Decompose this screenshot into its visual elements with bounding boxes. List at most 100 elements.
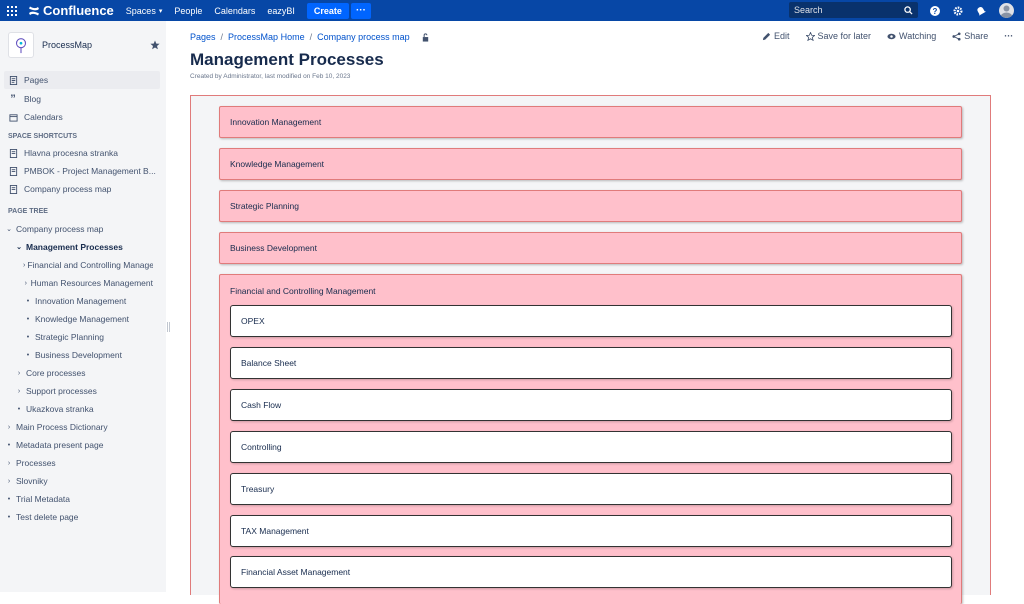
space-logo-icon — [8, 32, 34, 58]
nav-calendars[interactable]: Calendars — [214, 6, 255, 16]
tree-toggle-icon[interactable]: › — [4, 424, 14, 431]
star-icon[interactable] — [150, 40, 160, 50]
page-title: Management Processes — [190, 50, 384, 69]
tree-item[interactable]: • Knowledge Management — [23, 310, 153, 328]
subprocess-box[interactable]: OPEX — [230, 305, 952, 337]
tree-toggle-icon[interactable]: › — [14, 388, 24, 395]
tree-bullet-icon: • — [7, 495, 11, 503]
nav-people[interactable]: People — [174, 6, 202, 16]
settings-gear-icon[interactable] — [953, 5, 963, 16]
tree-item[interactable]: › Main Process Dictionary — [4, 418, 162, 436]
watching-button[interactable]: Watching — [887, 31, 936, 41]
shortcut-pmbok[interactable]: PMBOK - Project Management B... — [0, 162, 166, 180]
sidebar: ProcessMap Pages ” Blog Calendars SPACE … — [0, 21, 166, 592]
breadcrumb-pages[interactable]: Pages — [190, 32, 216, 42]
search-icon — [904, 5, 913, 15]
shortcut-hlavna[interactable]: Hlavna procesna stranka — [0, 144, 166, 162]
tree-item[interactable]: • Trial Metadata — [4, 490, 162, 508]
create-button[interactable]: Create — [306, 2, 349, 19]
tree-bullet-icon: • — [7, 441, 11, 449]
subprocess-box[interactable]: Financial Asset Management — [230, 556, 952, 588]
page-byline: Created by Administrator, last modified … — [190, 73, 351, 80]
space-header[interactable]: ProcessMap — [8, 31, 160, 59]
page-icon — [8, 166, 18, 176]
breadcrumb: Pages / ProcessMap Home / Company proces… — [190, 32, 430, 42]
tree-item[interactable]: › Slovniky — [4, 472, 162, 490]
shortcut-company-process-map[interactable]: Company process map — [0, 180, 166, 198]
sidebar-item-calendars[interactable]: Calendars — [0, 108, 166, 126]
process-box[interactable]: Business Development — [219, 232, 962, 264]
process-box[interactable]: Innovation Management — [219, 106, 962, 138]
subprocess-box[interactable]: Treasury — [230, 473, 952, 505]
more-actions-button[interactable]: ··· — [1004, 31, 1013, 41]
confluence-icon — [29, 6, 39, 15]
tree-item[interactable]: • Business Development — [23, 346, 153, 364]
tree-item[interactable]: › Processes — [4, 454, 162, 472]
tree-bullet-icon: • — [26, 351, 30, 359]
help-icon[interactable]: ? — [930, 5, 940, 16]
process-box[interactable]: Strategic Planning — [219, 190, 962, 222]
tree-item[interactable]: • Ukazkova stranka — [14, 400, 162, 418]
nav-eazybi[interactable]: eazyBI — [267, 6, 295, 16]
subprocess-box[interactable]: Cash Flow — [230, 389, 952, 421]
top-navigation: Confluence Spaces ▾ People Calendars eazy… — [0, 0, 1024, 21]
tree-toggle-icon[interactable]: ⌄ — [4, 225, 14, 233]
page-icon — [8, 148, 18, 158]
space-shortcuts-header: SPACE SHORTCUTS — [8, 133, 78, 140]
star-outline-icon — [805, 31, 815, 41]
tree-item[interactable]: › Core processes — [14, 364, 162, 382]
unlock-icon[interactable] — [421, 32, 430, 42]
calendar-icon — [8, 112, 18, 122]
search-input[interactable]: Search — [789, 2, 918, 18]
sidebar-resize-handle[interactable] — [167, 322, 170, 332]
tree-toggle-icon[interactable]: › — [23, 280, 29, 287]
tree-item[interactable]: › Human Resources Management — [23, 274, 153, 292]
user-avatar[interactable] — [999, 3, 1014, 18]
notifications-icon[interactable] — [976, 6, 986, 16]
tree-bullet-icon: • — [26, 333, 30, 341]
eye-icon — [887, 33, 896, 39]
breadcrumb-company-process-map[interactable]: Company process map — [317, 32, 410, 42]
tree-bullet-icon: • — [17, 405, 21, 413]
pencil-icon — [762, 32, 771, 40]
tree-bullet-icon: • — [26, 297, 30, 305]
pages-icon — [8, 75, 18, 85]
tree-item-current[interactable]: ⌄ Management Processes — [14, 238, 162, 256]
tree-toggle-icon[interactable]: ⌄ — [14, 243, 24, 251]
nav-spaces[interactable]: Spaces ▾ — [126, 6, 163, 16]
tree-item[interactable]: ›Financial and Controlling Management — [23, 256, 153, 274]
subprocess-box[interactable]: Controlling — [230, 431, 952, 463]
share-icon — [952, 31, 961, 41]
save-for-later-button[interactable]: Save for later — [805, 31, 871, 41]
space-name: ProcessMap — [42, 40, 93, 50]
confluence-logo[interactable]: Confluence — [28, 3, 114, 18]
page-icon — [8, 184, 18, 194]
tree-item[interactable]: › Support processes — [14, 382, 162, 400]
tree-bullet-icon: • — [26, 315, 30, 323]
breadcrumb-home[interactable]: ProcessMap Home — [228, 32, 305, 42]
tree-item[interactable]: ⌄ Company process map — [4, 220, 162, 238]
page-actions: Edit Save for later Watching Share ··· — [762, 31, 1013, 41]
share-button[interactable]: Share — [952, 31, 988, 41]
tree-item[interactable]: • Strategic Planning — [23, 328, 153, 346]
subprocess-box[interactable]: TAX Management — [230, 515, 952, 547]
tree-item[interactable]: • Innovation Management — [23, 292, 153, 310]
tree-toggle-icon[interactable]: › — [23, 262, 25, 269]
tree-item[interactable]: • Test delete page — [4, 508, 162, 526]
sidebar-item-blog[interactable]: ” Blog — [0, 90, 166, 108]
sidebar-item-pages[interactable]: Pages — [4, 71, 160, 89]
create-more-button[interactable]: ··· — [350, 2, 371, 19]
tree-toggle-icon[interactable]: › — [14, 370, 24, 377]
tree-toggle-icon[interactable]: › — [4, 460, 14, 467]
edit-button[interactable]: Edit — [762, 31, 790, 41]
tree-item[interactable]: • Metadata present page — [4, 436, 162, 454]
process-box[interactable]: Knowledge Management — [219, 148, 962, 180]
app-switcher-icon[interactable] — [0, 0, 24, 21]
tree-toggle-icon[interactable]: › — [4, 478, 14, 485]
user-avatar-icon — [1000, 5, 1013, 18]
page-tree-header: PAGE TREE — [8, 208, 48, 215]
svg-text:?: ? — [933, 7, 938, 16]
subprocess-box[interactable]: Balance Sheet — [230, 347, 952, 379]
main-content: Pages / ProcessMap Home / Company proces… — [190, 21, 1024, 604]
quote-icon: ” — [10, 93, 16, 105]
